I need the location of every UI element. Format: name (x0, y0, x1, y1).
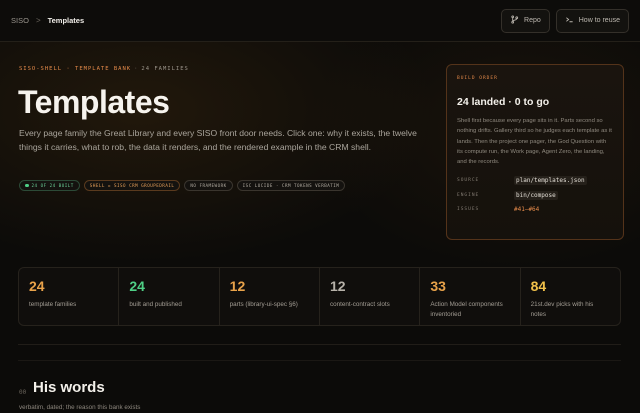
tag-row: 24 OF 24 BUILT SHELL = SISO CRM GROUPEDR… (19, 180, 346, 191)
breadcrumb-root[interactable]: SISO (11, 16, 29, 25)
section-subtitle: verbatim, dated; the reason this bank ex… (19, 404, 141, 411)
breadcrumb-current: Templates (47, 16, 85, 25)
row-key: SOURCE (457, 178, 480, 184)
row-value[interactable]: plan/templates.json (514, 176, 587, 186)
section-number: 00 (19, 389, 27, 396)
breadcrumb-separator: > (35, 16, 41, 25)
build-order-body: Shell first because every page sits in i… (457, 118, 612, 166)
tag-framework: NO FRAMEWORK (184, 180, 233, 191)
stat-card: 24 template families (19, 268, 120, 325)
stat-label: content-contract slots (329, 301, 390, 308)
row-value[interactable]: bin/compose (514, 190, 558, 200)
repo-button[interactable]: Repo (501, 8, 550, 33)
stat-card: 84 21st.dev picks with his notes (521, 268, 620, 325)
section-title: His words (33, 379, 105, 396)
row-value[interactable]: #41–#64 (514, 206, 539, 213)
stat-label: parts (library-ui-spec §6) (229, 301, 298, 308)
stat-value: 24 (129, 278, 145, 294)
stat-value: 33 (430, 278, 446, 294)
page-description: Every page family the Great Library and … (19, 128, 417, 153)
stat-label: template families (29, 301, 77, 308)
stat-card: 12 parts (library-ui-spec §6) (220, 268, 320, 325)
divider (18, 344, 621, 345)
stat-value: 12 (229, 278, 246, 294)
status-dot-icon (25, 183, 29, 188)
row-key: ISSUES (457, 207, 480, 213)
terminal-icon (565, 15, 574, 26)
build-order-row-engine: ENGINE bin/compose (457, 188, 613, 203)
repo-label: Repo (524, 17, 541, 24)
stat-card: 24 built and published (119, 268, 220, 325)
how-to-reuse-label: How to reuse (578, 17, 620, 24)
eyebrow: SISO-SHELL · TEMPLATE BANK · 24 FAMILIES (19, 66, 189, 72)
build-order-rows: SOURCE plan/templates.json ENGINE bin/co… (457, 173, 613, 217)
tag-built: 24 OF 24 BUILT (19, 180, 80, 191)
stats-strip: 24 template families 24 built and publis… (18, 267, 621, 326)
stat-card: 12 content-contract slots (320, 268, 421, 325)
stat-value: 12 (329, 278, 346, 294)
divider (18, 360, 621, 361)
tag-lucide: ISC LUCIDE · CRM TOKENS VERBATIM (236, 180, 346, 191)
eyebrow-shell: SISO-SHELL · TEMPLATE BANK (19, 66, 132, 72)
stat-value: 84 (530, 278, 547, 294)
eyebrow-count: 24 FAMILIES (141, 66, 189, 72)
build-order-label: BUILD ORDER (457, 76, 498, 81)
build-order-row-issues: ISSUES #41–#64 (457, 202, 613, 217)
build-order-row-source: SOURCE plan/templates.json (457, 173, 613, 188)
stat-value: 24 (29, 278, 45, 294)
stat-label: built and published (129, 301, 182, 308)
stat-label: Action Model components inventoried (430, 301, 503, 318)
how-to-reuse-button[interactable]: How to reuse (555, 8, 629, 33)
top-bar: SISO > Templates Repo How to reuse (0, 0, 640, 42)
tag-built-label: 24 OF 24 BUILT (31, 183, 74, 188)
eyebrow-dot: · (134, 66, 139, 72)
page-title: Templates (18, 84, 170, 120)
build-order-panel: BUILD ORDER 24 landed · 0 to go Shell fi… (446, 64, 624, 240)
stat-card: 33 Action Model components inventoried (420, 268, 521, 325)
git-branch-icon (510, 15, 519, 26)
build-order-title: 24 landed · 0 to go (457, 96, 550, 108)
stat-label: 21st.dev picks with his notes (530, 301, 594, 318)
row-key: ENGINE (457, 192, 480, 198)
tag-shell: SHELL = SISO CRM GROUPEDRAIL (83, 180, 181, 191)
